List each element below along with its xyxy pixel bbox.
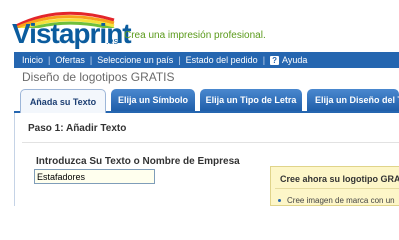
tab-label: Elija un Tipo de Letra	[205, 95, 297, 105]
promo-bullet: Cree imagen de marca con un	[278, 196, 395, 205]
nav-item-ofertas[interactable]: Ofertas	[55, 55, 85, 65]
nav-item-inicio[interactable]: Inicio	[22, 55, 43, 65]
tab-elija-un-tipo-de-letra[interactable]: Elija un Tipo de Letra	[200, 89, 302, 111]
tab-bar: Añada su Texto Elija un Símbolo Elija un…	[14, 87, 399, 113]
nav-item-ayuda[interactable]: ? Ayuda	[270, 54, 308, 66]
company-text-label: Introduzca Su Texto o Nombre de Empresa	[36, 156, 240, 167]
vistaprint-logo[interactable]: Vistaprint .es	[10, 8, 210, 49]
tab-elija-un-diseno-del-texto[interactable]: Elija un Diseño del Tex	[307, 89, 399, 111]
promo-divider	[275, 188, 399, 189]
tab-label: Elija un Diseño del Tex	[315, 95, 399, 105]
tagline: Crea una impresión profesional.	[124, 30, 266, 41]
help-icon: ?	[270, 56, 280, 66]
tab-label: Elija un Símbolo	[117, 95, 188, 105]
nav-item-estado-pedido[interactable]: Estado del pedido	[186, 55, 258, 65]
tab-elija-un-simbolo[interactable]: Elija un Símbolo	[111, 89, 195, 111]
tab-label: Añada su Texto	[29, 96, 97, 107]
site-header: Vistaprint .es Crea una impresión profes…	[0, 0, 399, 50]
bullet-icon	[278, 199, 281, 203]
nav-separator: |	[89, 55, 93, 65]
promo-box: Cree ahora su logotipo GRATIS Cree image…	[270, 166, 399, 206]
divider	[22, 142, 399, 143]
nav-help-label: Ayuda	[282, 54, 308, 65]
promo-title: Cree ahora su logotipo GRATIS	[280, 174, 399, 184]
top-nav-bar: Inicio | Ofertas | Seleccione un país | …	[14, 52, 399, 68]
logo-tld: .es	[106, 36, 119, 46]
step-title: Paso 1: Añadir Texto	[28, 123, 127, 134]
company-text-input[interactable]	[34, 169, 155, 184]
promo-bullet-text: Cree imagen de marca con un	[287, 196, 395, 205]
page-title: Diseño de logotipos GRATIS	[22, 70, 175, 84]
nav-separator: |	[178, 55, 181, 65]
nav-separator: |	[48, 55, 51, 65]
nav-separator: |	[262, 55, 266, 65]
tab-anada-su-texto[interactable]: Añada su Texto	[20, 89, 106, 113]
nav-item-seleccione-pais[interactable]: Seleccione un país	[97, 55, 173, 65]
